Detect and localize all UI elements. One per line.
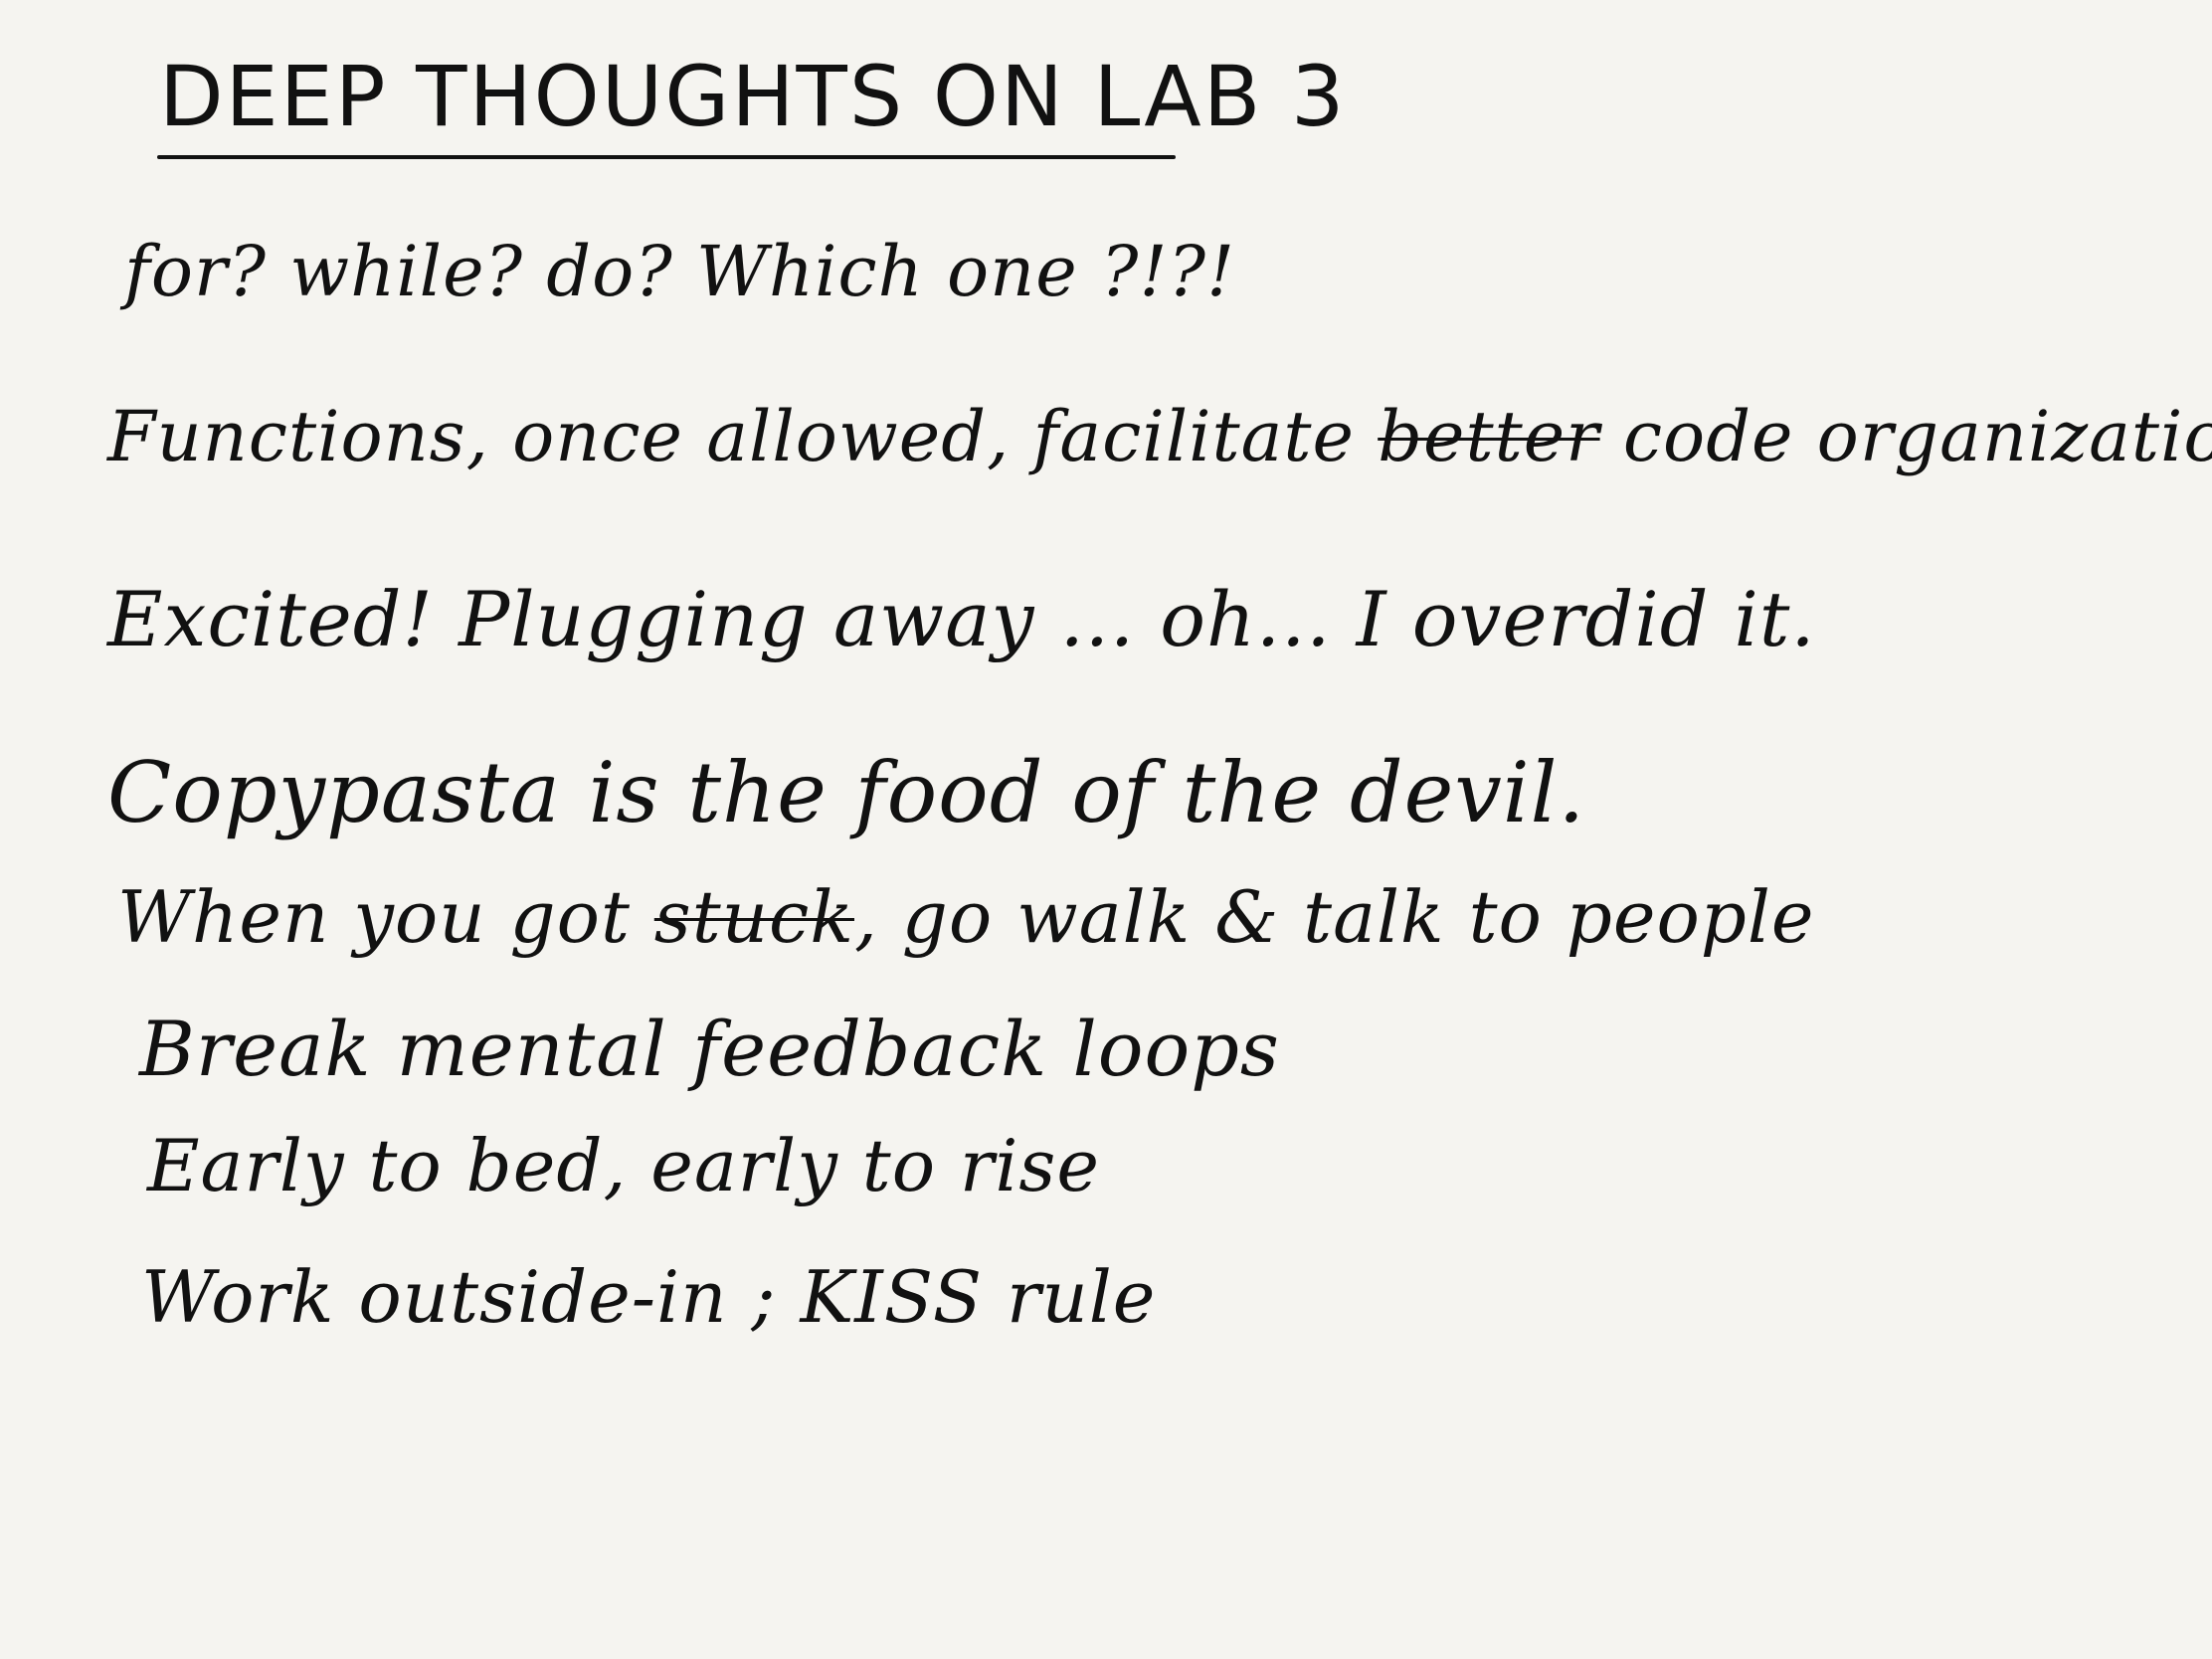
note-line-loops-question: for? while? do? Which one ?!?! <box>124 231 1236 312</box>
note-line-when-stuck-end: , go walk & talk to people <box>854 875 1815 959</box>
note-line-functions-start: Functions, once allowed, facilitate <box>107 396 1379 477</box>
struck-word-stuck: stuck <box>653 875 854 959</box>
title-underline <box>157 155 1176 159</box>
note-line-when-stuck-start: When you got <box>117 875 654 959</box>
handwritten-note-page: Deep Thoughts On Lab 3 for? while? do? W… <box>0 0 2212 1659</box>
note-title: Deep Thoughts On Lab 3 <box>159 48 1347 145</box>
note-line-outside-in: Work outside-in ; KISS rule <box>141 1255 1157 1339</box>
struck-word-better: better <box>1378 396 1600 477</box>
note-line-functions: Functions, once allowed, facilitate bett… <box>107 396 2212 477</box>
note-line-functions-end: code organization <box>1599 396 2212 477</box>
note-line-early-to-bed: Early to bed, early to rise <box>147 1124 1100 1207</box>
note-line-copypasta: Copypasta is the food of the devil. <box>107 744 1586 841</box>
note-line-feedback-loops: Break mental feedback loops <box>139 1005 1280 1093</box>
note-line-excited: Excited! Plugging away ... oh... I overd… <box>107 575 1816 663</box>
note-line-when-stuck: When you got stuck, go walk & talk to pe… <box>117 875 1815 959</box>
